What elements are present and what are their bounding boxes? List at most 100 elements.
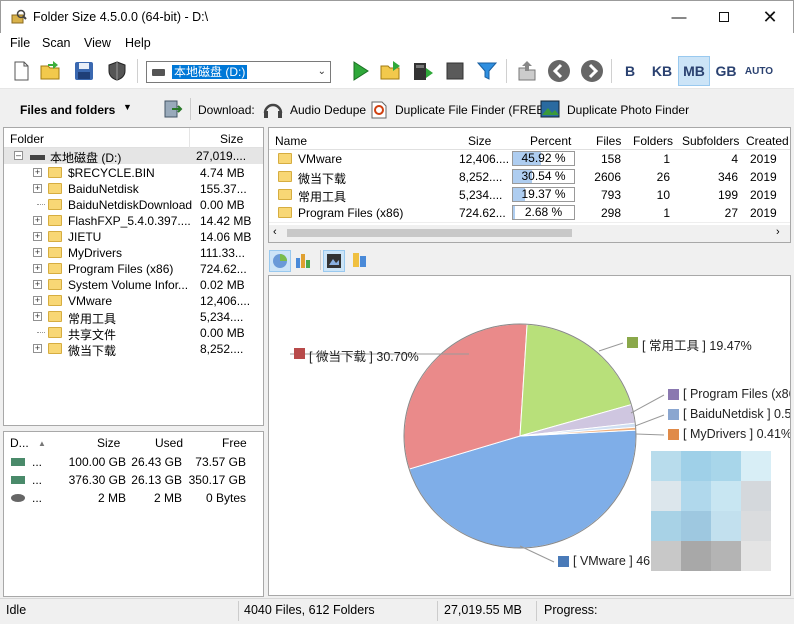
scroll-right-icon[interactable]: › [776, 226, 780, 238]
open-button[interactable] [37, 57, 65, 85]
files-view-button[interactable] [350, 250, 372, 272]
drive-row[interactable]: ... 376.30 GB 26.13 GB 350.17 GB [4, 472, 263, 488]
scrollbar-thumb[interactable] [287, 229, 572, 237]
scan-drive-button[interactable] [409, 57, 437, 85]
list-header-size[interactable]: Size [468, 134, 491, 148]
export-button[interactable] [162, 98, 184, 120]
tree-header-folder[interactable]: Folder [10, 132, 44, 146]
tree-row[interactable]: BaiduNetdiskDownload 0.00 MB [4, 197, 263, 213]
folder-icon [48, 183, 62, 194]
list-row-name: VMware [298, 152, 343, 166]
list-header-created[interactable]: Created [746, 134, 789, 148]
menu-file[interactable]: File [10, 36, 30, 50]
tree-row[interactable]: + 微当下载 8,252.... [4, 341, 263, 358]
folder-icon [278, 207, 292, 218]
back-button[interactable] [545, 57, 573, 85]
stop-button[interactable] [441, 57, 469, 85]
list-row[interactable]: VMware 12,406.... 45.92 % 158 1 4 2019 [269, 150, 790, 168]
menu-view[interactable]: View [84, 36, 111, 50]
collapse-toggle[interactable]: – [14, 151, 23, 160]
list-row-folders: 26 [656, 170, 670, 184]
audio-dedupe-link[interactable]: Audio Dedupe [290, 103, 366, 117]
tree-row[interactable]: + VMware 12,406.... [4, 293, 263, 309]
tree-row[interactable]: + Program Files (x86) 724.62... [4, 261, 263, 277]
tree-row[interactable]: 共享文件 0.00 MB [4, 325, 263, 342]
tree-root-size: 27,019.... [196, 149, 247, 163]
save-button[interactable] [70, 57, 98, 85]
tree-row[interactable]: + 常用工具 5,234.... [4, 309, 263, 326]
horizontal-scrollbar[interactable]: ‹ › [269, 225, 790, 242]
minimize-button[interactable]: — [656, 1, 702, 33]
unit-b-button[interactable]: B [616, 57, 644, 85]
legend-label: [ MyDrivers ] 0.41% [683, 427, 791, 441]
tree-row[interactable]: + System Volume Infor... 0.02 MB [4, 277, 263, 293]
expand-toggle[interactable]: + [33, 344, 42, 353]
list-row-subfolders: 27 [724, 206, 738, 220]
list-row[interactable]: Program Files (x86) 724.62... 2.68 % 298 1 27… [269, 204, 790, 222]
drives-header-used[interactable]: Used [155, 436, 183, 450]
menu-bar: File Scan View Help [0, 33, 794, 53]
tree-header-size[interactable]: Size [220, 132, 243, 146]
unit-gb-button[interactable]: GB [710, 57, 742, 85]
dropdown-arrow-icon[interactable]: ▼ [123, 102, 132, 112]
drives-header-size[interactable]: Size [97, 436, 120, 450]
drive-used: 26.43 GB [131, 455, 182, 469]
list-header-percent[interactable]: Percent [530, 134, 571, 148]
tree-row[interactable]: + FlashFXP_5.4.0.397.... 14.42 MB [4, 213, 263, 229]
menu-scan[interactable]: Scan [42, 36, 71, 50]
tree-row[interactable]: + JIETU 14.06 MB [4, 229, 263, 245]
tree-root-row[interactable]: – 本地磁盘 (D:) 27,019.... [4, 148, 263, 165]
unit-kb-button[interactable]: KB [646, 57, 678, 85]
forward-button[interactable] [578, 57, 606, 85]
tree-row[interactable]: + BaiduNetdisk 155.37... [4, 181, 263, 197]
view-mode-dropdown[interactable]: Files and folders [20, 103, 115, 117]
list-header-folders[interactable]: Folders [633, 134, 673, 148]
expand-toggle[interactable]: + [33, 232, 42, 241]
list-row-subfolders: 4 [731, 152, 738, 166]
expand-toggle[interactable]: + [33, 264, 42, 273]
list-header-subfolders[interactable]: Subfolders [682, 134, 739, 148]
tree-row[interactable]: + $RECYCLE.BIN 4.74 MB [4, 165, 263, 181]
admin-button[interactable] [103, 57, 131, 85]
start-scan-button[interactable] [346, 57, 374, 85]
expand-toggle[interactable]: + [33, 168, 42, 177]
tree-item-size: 14.06 MB [200, 230, 252, 244]
pie-chart-button[interactable] [269, 250, 291, 272]
new-button[interactable] [7, 57, 35, 85]
drive-free: 350.17 GB [188, 473, 246, 487]
folders-view-button[interactable] [323, 250, 345, 272]
maximize-button[interactable] [701, 1, 747, 33]
up-level-button[interactable] [513, 57, 541, 85]
drives-header-free[interactable]: Free [222, 436, 247, 450]
duplicate-photo-finder-link[interactable]: Duplicate Photo Finder [567, 103, 689, 117]
minimize-icon: — [671, 8, 687, 26]
scroll-left-icon[interactable]: ‹ [273, 226, 277, 238]
expand-toggle[interactable]: + [33, 296, 42, 305]
tree-item-name: JIETU [68, 230, 102, 244]
unit-mb-button[interactable]: MB [678, 56, 710, 86]
tree-row[interactable]: + MyDrivers 111.33... [4, 245, 263, 261]
menu-help[interactable]: Help [125, 36, 151, 50]
list-row[interactable]: 微当下载 8,252.... 30.54 % 2606 26 346 2019 [269, 168, 790, 186]
drives-header-drive[interactable]: D... [10, 436, 29, 450]
status-divider [437, 601, 438, 621]
drive-row[interactable]: ... 100.00 GB 26.43 GB 73.57 GB [4, 454, 263, 470]
scan-folder-button[interactable] [377, 57, 405, 85]
close-button[interactable]: ✕ [747, 1, 793, 33]
drive-row[interactable]: ... 2 MB 2 MB 0 Bytes [4, 490, 263, 506]
expand-toggle[interactable]: + [33, 216, 42, 225]
drive-select[interactable]: 本地磁盘 (D:) ⌄ [146, 61, 331, 83]
duplicate-file-finder-link[interactable]: Duplicate File Finder (FREE) [395, 103, 548, 117]
filter-button[interactable] [473, 57, 501, 85]
list-header-name[interactable]: Name [275, 134, 307, 148]
expand-toggle[interactable]: + [33, 280, 42, 289]
expand-toggle[interactable]: + [33, 184, 42, 193]
bar-chart-button[interactable] [293, 250, 315, 272]
folder-icon [48, 247, 62, 258]
expand-toggle[interactable]: + [33, 312, 42, 321]
list-row[interactable]: 常用工具 5,234.... 19.37 % 793 10 199 2019 [269, 186, 790, 204]
tree-root-name: 本地磁盘 (D:) [50, 151, 122, 165]
unit-auto-button[interactable]: AUTO [743, 57, 775, 85]
expand-toggle[interactable]: + [33, 248, 42, 257]
list-header-files[interactable]: Files [596, 134, 621, 148]
